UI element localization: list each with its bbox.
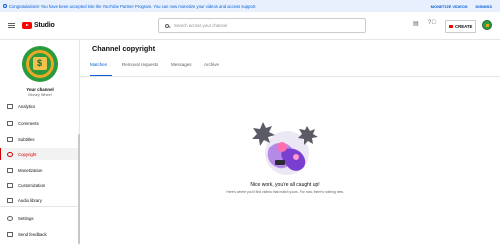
subtitles-header-icon[interactable]: ▤ xyxy=(413,20,419,27)
sidebar-item-label: Copyright xyxy=(18,151,37,157)
create-video-icon xyxy=(449,24,453,28)
youtube-play-icon xyxy=(22,22,32,29)
app-name: Studio xyxy=(34,22,55,29)
sidebar-scrollbar[interactable] xyxy=(78,134,80,244)
tab-divider xyxy=(80,76,500,77)
monetize-videos-button[interactable]: MONETIZE VIDEOS xyxy=(431,4,468,9)
sidebar-divider xyxy=(0,206,80,207)
sidebar-item-audio-library[interactable]: Audio library xyxy=(0,194,80,206)
account-avatar[interactable] xyxy=(482,20,492,30)
channel-name: Money Wheel xyxy=(28,93,52,97)
page-title: Channel copyright xyxy=(92,44,156,53)
studio-logo[interactable]: Studio xyxy=(22,22,55,29)
sidebar-item-subtitles[interactable]: Subtitles xyxy=(0,133,80,145)
create-button[interactable]: CREATE xyxy=(445,19,477,33)
dismiss-button[interactable]: DISMISS xyxy=(476,4,492,9)
tab-messages[interactable]: Messages xyxy=(171,62,192,67)
customization-icon xyxy=(7,182,13,188)
tab-removal-requests[interactable]: Removal requests xyxy=(122,62,158,67)
sidebar-item-analytics[interactable]: Analytics xyxy=(0,100,80,112)
sidebar-item-comments[interactable]: Comments xyxy=(0,117,80,129)
menu-icon[interactable] xyxy=(8,22,15,30)
top-bar: Studio Search across your channel ▤ ?⃝ C… xyxy=(0,12,500,40)
sidebar-item-customization[interactable]: Customization xyxy=(0,179,80,191)
banner-message: Congratulations! You have been accepted … xyxy=(9,3,257,9)
sidebar-item-label: Monetization xyxy=(18,167,43,173)
partner-banner: Congratulations! You have been accepted … xyxy=(0,0,500,12)
tab-archive[interactable]: Archive xyxy=(204,62,219,67)
create-label: CREATE xyxy=(455,23,473,29)
help-icon[interactable]: ?⃝ xyxy=(428,20,436,26)
sidebar-item-label: Audio library xyxy=(18,197,42,203)
info-icon xyxy=(3,4,7,8)
audio-library-icon xyxy=(7,197,13,203)
all-caught-up-illustration xyxy=(252,122,318,175)
empty-state-subtitle: Here's where you'll find videos that mat… xyxy=(226,190,344,194)
sidebar-item-label: Send feedback xyxy=(18,231,47,237)
sidebar-item-label: Analytics xyxy=(18,103,36,109)
your-channel-label: Your channel xyxy=(26,87,54,92)
settings-icon xyxy=(7,215,13,221)
tab-matches[interactable]: Matches xyxy=(90,62,107,67)
copyright-icon xyxy=(7,151,13,157)
feedback-icon xyxy=(7,231,13,237)
monetization-icon xyxy=(7,167,13,173)
search-icon xyxy=(165,23,169,28)
sidebar-item-monetization[interactable]: Monetization xyxy=(0,164,80,176)
sidebar-item-copyright[interactable]: Copyright xyxy=(0,148,80,160)
sidebar-item-send-feedback[interactable]: Send feedback xyxy=(0,228,80,240)
subtitles-icon xyxy=(7,136,13,142)
analytics-icon xyxy=(7,103,13,109)
sidebar: Your channel Money Wheel Analytics Comme… xyxy=(0,40,80,245)
sidebar-item-label: Customization xyxy=(18,182,46,188)
sidebar-item-label: Subtitles xyxy=(18,136,35,142)
comments-icon xyxy=(7,120,13,126)
sidebar-item-settings[interactable]: Settings xyxy=(0,212,80,224)
sidebar-item-label: Comments xyxy=(18,120,39,126)
search-input[interactable]: Search across your channel xyxy=(158,18,366,33)
channel-avatar[interactable] xyxy=(22,46,58,82)
sidebar-item-label: Settings xyxy=(18,215,34,221)
search-placeholder: Search across your channel xyxy=(174,23,228,28)
empty-state-title: Nice work, you're all caught up! xyxy=(250,182,320,188)
